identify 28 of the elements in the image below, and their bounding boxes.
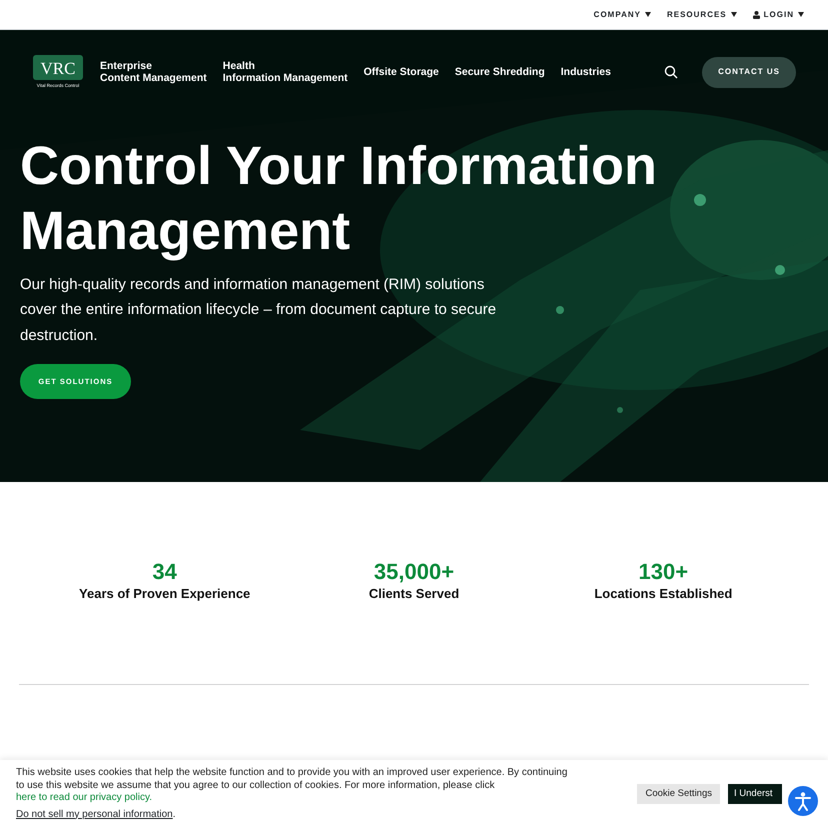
nav-link[interactable]: Health Information Management	[222, 60, 348, 84]
nav-link[interactable]: Enterprise Content Management	[100, 60, 207, 84]
cookie-notice: This website uses cookies that help the website function and to provide you with an improved user experience. By continuing to use this website we assume that you agree to our collection of cookies. For more information, please click here to read our privacy policy.	[16, 767, 568, 804]
accept-button[interactable]: I Underst	[728, 784, 782, 804]
cookie-settings-button[interactable]: Cookie Settings	[637, 784, 720, 804]
nav-link[interactable]: Secure Shredding	[454, 66, 545, 78]
search-icon[interactable]	[664, 65, 678, 79]
nav-link[interactable]: Industries	[560, 66, 611, 78]
menu-link[interactable]: COMPANY	[594, 8, 651, 20]
stat-label: Years of Proven Experience	[78, 585, 252, 604]
caret-icon	[798, 12, 804, 17]
stat-label: Clients Served	[368, 585, 460, 604]
stat-value: 130+	[638, 560, 690, 584]
hero-text: Our high-quality records and information management (RIM) solutions cover the entire information lifecycle – from document capture to secure destruction.	[20, 274, 498, 346]
caret-icon	[644, 12, 651, 17]
stat-label: Locations Established	[593, 585, 734, 604]
accessibility-icon[interactable]	[788, 786, 818, 816]
period-text: .	[172, 808, 176, 820]
nav-link[interactable]: Offsite Storage	[364, 66, 439, 78]
hero-title: Control Your Information Management	[20, 135, 658, 263]
privacy-policy-link[interactable]: here to read our privacy policy.	[16, 792, 152, 803]
stat-value: 34	[151, 560, 178, 584]
stat-value: 35,000+	[372, 560, 456, 584]
menu-link[interactable]: LOGIN	[752, 8, 804, 20]
do-not-sell-link[interactable]: Do not sell my personal information	[16, 808, 173, 820]
menu-link[interactable]: RESOURCES	[666, 8, 737, 20]
caret-icon	[730, 12, 737, 17]
contact-us-button[interactable]: CONTACT US	[702, 56, 796, 88]
